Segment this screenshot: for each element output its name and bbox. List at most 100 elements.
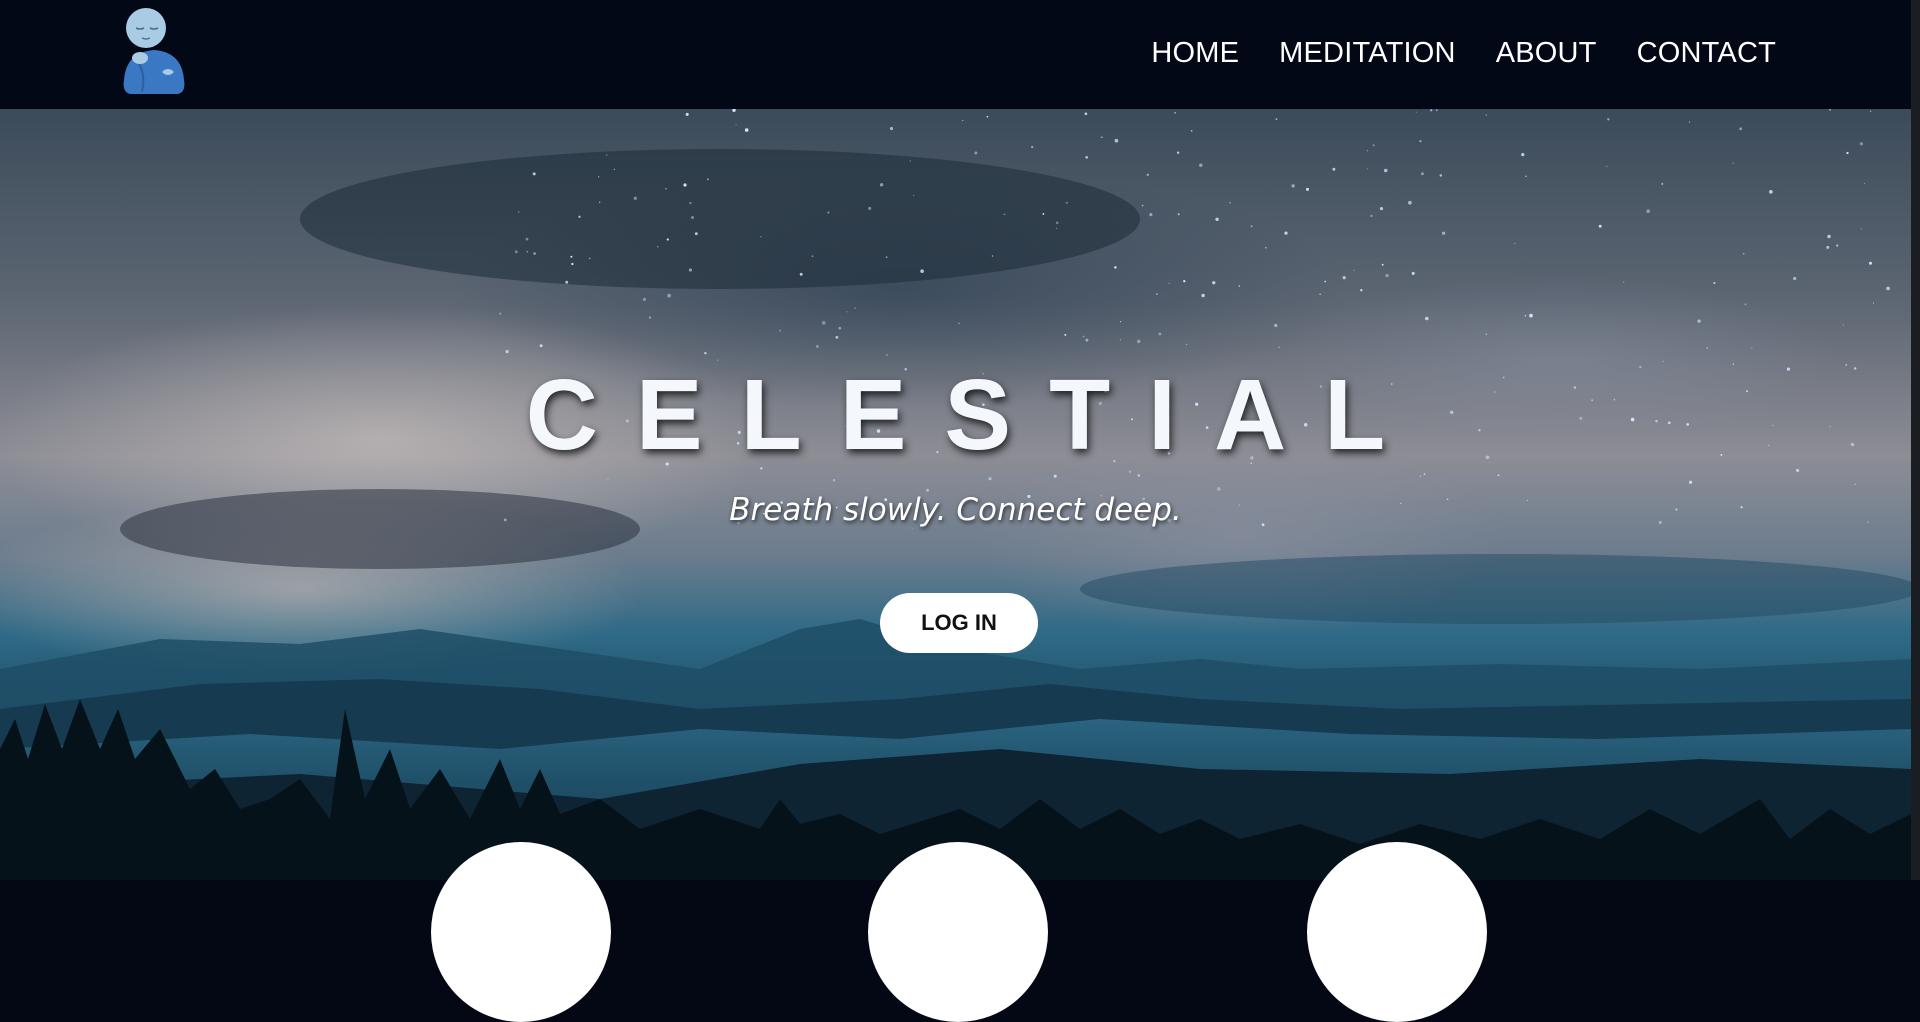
star	[1216, 487, 1221, 491]
star	[920, 269, 924, 273]
star	[1229, 202, 1231, 204]
star	[1423, 473, 1426, 476]
star	[1056, 227, 1058, 229]
star	[913, 194, 915, 196]
login-button[interactable]: LOG IN	[880, 593, 1038, 653]
star	[1084, 112, 1088, 116]
hero-title: CELESTIAL	[525, 359, 1424, 471]
star	[532, 172, 536, 176]
star	[685, 112, 689, 116]
star	[578, 215, 581, 218]
star	[1751, 347, 1753, 349]
star	[991, 255, 994, 257]
star	[1291, 184, 1295, 188]
star	[694, 232, 698, 236]
star	[1606, 165, 1608, 168]
star	[526, 251, 529, 253]
star	[525, 237, 529, 241]
star	[854, 307, 856, 309]
star	[1826, 245, 1830, 249]
star	[1319, 293, 1321, 295]
star	[1212, 281, 1216, 285]
star	[1053, 474, 1057, 478]
star	[1408, 200, 1412, 205]
star	[1385, 273, 1389, 278]
star	[988, 477, 992, 481]
star	[832, 479, 836, 482]
star	[1366, 168, 1368, 170]
star	[607, 478, 609, 480]
star	[1185, 343, 1188, 346]
star	[827, 211, 830, 214]
star	[1706, 347, 1709, 350]
star	[1064, 333, 1067, 336]
star	[779, 329, 782, 332]
star	[1085, 338, 1089, 342]
feature-card-3[interactable]	[1307, 842, 1487, 1022]
star	[514, 250, 518, 254]
star	[1842, 324, 1844, 326]
star	[1275, 118, 1278, 121]
star	[683, 183, 687, 187]
star	[1868, 261, 1873, 265]
star	[598, 176, 600, 178]
star	[1372, 144, 1375, 147]
star	[648, 316, 652, 319]
star	[1646, 209, 1651, 214]
star	[1525, 175, 1527, 177]
star	[958, 322, 960, 325]
nav-link-contact[interactable]: CONTACT	[1637, 36, 1776, 70]
star	[846, 311, 848, 313]
star	[1201, 293, 1205, 298]
star	[799, 272, 803, 276]
star	[518, 211, 520, 213]
star	[1353, 269, 1355, 272]
star	[1265, 247, 1267, 249]
star	[1846, 151, 1849, 155]
star	[1155, 293, 1158, 296]
star	[838, 326, 842, 330]
star	[1183, 280, 1186, 283]
star	[689, 201, 692, 205]
star	[835, 335, 839, 339]
star	[1383, 168, 1388, 173]
star	[1415, 111, 1417, 113]
star	[1441, 231, 1446, 235]
star	[732, 109, 736, 112]
star	[1436, 109, 1438, 111]
star	[1598, 224, 1602, 228]
star	[986, 115, 989, 118]
star	[1769, 189, 1773, 194]
star	[1114, 266, 1117, 269]
star	[1158, 332, 1162, 336]
feature-card-1[interactable]	[431, 842, 611, 1022]
scrollbar[interactable]	[1911, 0, 1920, 880]
star	[642, 297, 647, 301]
star	[1419, 140, 1422, 143]
star	[1529, 313, 1533, 318]
star	[1128, 470, 1132, 473]
star	[1425, 316, 1429, 321]
hero-subtitle: Breath slowly. Connect deep.	[729, 492, 1182, 528]
meditating-monk-icon[interactable]	[116, 6, 192, 98]
star	[633, 196, 637, 200]
star	[816, 345, 819, 348]
star	[1366, 150, 1369, 152]
star	[1250, 225, 1253, 228]
star	[657, 246, 659, 248]
star	[1713, 281, 1716, 285]
star	[1238, 285, 1241, 287]
feature-card-2[interactable]	[868, 842, 1048, 1022]
star	[1114, 138, 1119, 143]
star	[533, 252, 536, 255]
star	[505, 350, 509, 354]
star	[974, 151, 978, 155]
star	[666, 238, 669, 241]
star	[539, 344, 543, 348]
star	[1168, 282, 1170, 284]
star	[1793, 276, 1797, 281]
nav-link-about[interactable]: ABOUT	[1496, 36, 1597, 70]
nav-link-meditation[interactable]: MEDITATION	[1279, 36, 1456, 70]
star	[1274, 323, 1278, 328]
nav-link-home[interactable]: HOME	[1151, 36, 1239, 70]
